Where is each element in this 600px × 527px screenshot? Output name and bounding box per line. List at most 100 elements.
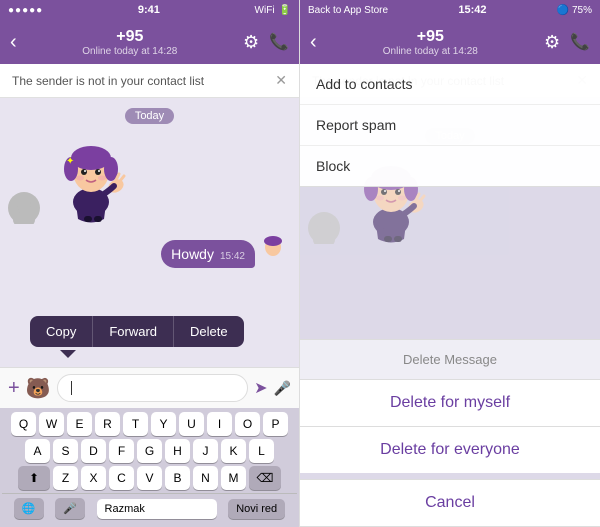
key-newline[interactable]: Novi red [228, 499, 285, 519]
left-date-badge: Today [125, 108, 174, 124]
left-text-input[interactable] [57, 374, 249, 402]
left-message-bubble: Howdy 15:42 [161, 240, 255, 268]
delete-for-everyone-button[interactable]: Delete for everyone [300, 427, 600, 473]
battery-icon: 🔋 [279, 5, 291, 16]
key-d[interactable]: D [81, 439, 106, 463]
left-sticker-thumb [255, 232, 291, 268]
right-back-to-store[interactable]: Back to App Store [308, 5, 388, 16]
left-plus-icon[interactable]: + [8, 377, 20, 400]
key-l[interactable]: L [249, 439, 274, 463]
delete-modal-title: Delete Message [300, 340, 600, 380]
left-call-icon[interactable]: 📞 [269, 32, 289, 52]
wifi-icon: WiFi [255, 5, 275, 16]
dropdown-report-spam[interactable]: Report spam [300, 105, 600, 146]
keyboard-bottom-bar: 🌐 🎤 Razmak Novi red [2, 493, 297, 523]
key-s[interactable]: S [53, 439, 78, 463]
key-a[interactable]: A [25, 439, 50, 463]
delete-button[interactable]: Delete [174, 316, 244, 347]
key-x[interactable]: X [81, 466, 106, 490]
key-globe[interactable]: 🌐 [14, 498, 44, 519]
context-menu-arrow [60, 350, 76, 358]
left-notification-bar: The sender is not in your contact list ✕ [0, 64, 299, 98]
left-chat-area: Today [0, 98, 299, 367]
key-i[interactable]: I [207, 412, 232, 436]
left-input-area: + 🐻 ➤ 🎤 [0, 367, 299, 408]
dropdown-add-contacts[interactable]: Add to contacts [300, 64, 600, 105]
left-mic-icon[interactable]: 🎤 [274, 380, 291, 397]
left-contact-name[interactable]: +95 [116, 28, 143, 46]
left-sticker-image: ✦ [46, 134, 136, 224]
key-backspace[interactable]: ⌫ [249, 466, 281, 490]
left-keyboard: Q W E R T Y U I O P A S D F G H J K L ⬆ … [0, 408, 299, 527]
left-message-text: Howdy [171, 246, 214, 262]
svg-text:✦: ✦ [66, 156, 74, 167]
left-time: 9:41 [138, 4, 160, 16]
key-shift[interactable]: ⬆ [18, 466, 50, 490]
key-v[interactable]: V [137, 466, 162, 490]
key-b[interactable]: B [165, 466, 190, 490]
left-nav-left: ‹ [10, 31, 17, 54]
key-z[interactable]: Z [53, 466, 78, 490]
key-q[interactable]: Q [11, 412, 36, 436]
copy-button[interactable]: Copy [30, 316, 93, 347]
key-h[interactable]: H [165, 439, 190, 463]
key-r[interactable]: R [95, 412, 120, 436]
delete-for-myself-button[interactable]: Delete for myself [300, 380, 600, 427]
key-c[interactable]: C [109, 466, 134, 490]
key-y[interactable]: Y [151, 412, 176, 436]
keyboard-row-1: Q W E R T Y U I O P [2, 412, 297, 436]
left-nav-center: +95 Online today at 14:28 [82, 28, 177, 57]
left-input-row: + 🐻 ➤ 🎤 [8, 374, 291, 402]
key-t[interactable]: T [123, 412, 148, 436]
left-notification-close[interactable]: ✕ [275, 72, 287, 89]
left-date-bubble: Today [0, 108, 299, 124]
signal-strength: ●●●●● [8, 5, 43, 16]
key-m[interactable]: M [221, 466, 246, 490]
left-sticker-message: ✦ [0, 134, 299, 224]
key-e[interactable]: E [67, 412, 92, 436]
key-p[interactable]: P [263, 412, 288, 436]
key-f[interactable]: F [109, 439, 134, 463]
key-u[interactable]: U [179, 412, 204, 436]
left-howdy-message: Howdy 15:42 [0, 228, 299, 272]
key-o[interactable]: O [235, 412, 260, 436]
right-back-button[interactable]: ‹ [310, 31, 317, 54]
left-status-right: WiFi 🔋 [255, 5, 291, 16]
right-contact-name[interactable]: +95 [417, 28, 444, 46]
key-k[interactable]: K [221, 439, 246, 463]
left-panel: ●●●●● 9:41 WiFi 🔋 ‹ +95 Online today at … [0, 0, 300, 527]
left-send-icon[interactable]: ➤ [254, 378, 267, 398]
left-context-menu: Copy Forward Delete [30, 316, 244, 347]
right-dropdown-menu: Add to contacts Report spam Block [300, 64, 600, 187]
right-contact-status: Online today at 14:28 [383, 46, 478, 57]
right-time: 15:42 [458, 4, 486, 16]
key-n[interactable]: N [193, 466, 218, 490]
delete-modal-box: Delete Message Delete for myself Delete … [300, 339, 600, 473]
right-status-icons: 🔵 75% [557, 5, 592, 16]
dropdown-block[interactable]: Block [300, 146, 600, 186]
left-message-time: 15:42 [220, 251, 245, 262]
right-nav-center: +95 Online today at 14:28 [383, 28, 478, 57]
keyboard-row-2: A S D F G H J K L [2, 439, 297, 463]
left-input-cursor [71, 381, 72, 395]
forward-button[interactable]: Forward [93, 316, 174, 347]
left-settings-icon[interactable]: ⚙ [243, 32, 259, 53]
key-mic[interactable]: 🎤 [55, 498, 85, 519]
key-w[interactable]: W [39, 412, 64, 436]
left-back-button[interactable]: ‹ [10, 31, 17, 54]
left-sticker-icon[interactable]: 🐻 [26, 376, 51, 401]
right-nav-left: ‹ [310, 31, 317, 54]
right-settings-icon[interactable]: ⚙ [544, 32, 560, 53]
right-call-icon[interactable]: 📞 [570, 32, 590, 52]
key-j[interactable]: J [193, 439, 218, 463]
left-status-left: ●●●●● [8, 5, 43, 16]
left-sender-avatar [8, 192, 40, 224]
cancel-button[interactable]: Cancel [300, 479, 600, 527]
left-contact-status: Online today at 14:28 [82, 46, 177, 57]
left-notification-text: The sender is not in your contact list [12, 74, 204, 88]
key-g[interactable]: G [137, 439, 162, 463]
right-panel: Back to App Store 15:42 🔵 75% ‹ +95 Onli… [300, 0, 600, 527]
key-space[interactable]: Razmak [97, 499, 217, 519]
right-nav-bar: ‹ +95 Online today at 14:28 ⚙ 📞 [300, 20, 600, 64]
right-nav-right: ⚙ 📞 [544, 32, 590, 53]
